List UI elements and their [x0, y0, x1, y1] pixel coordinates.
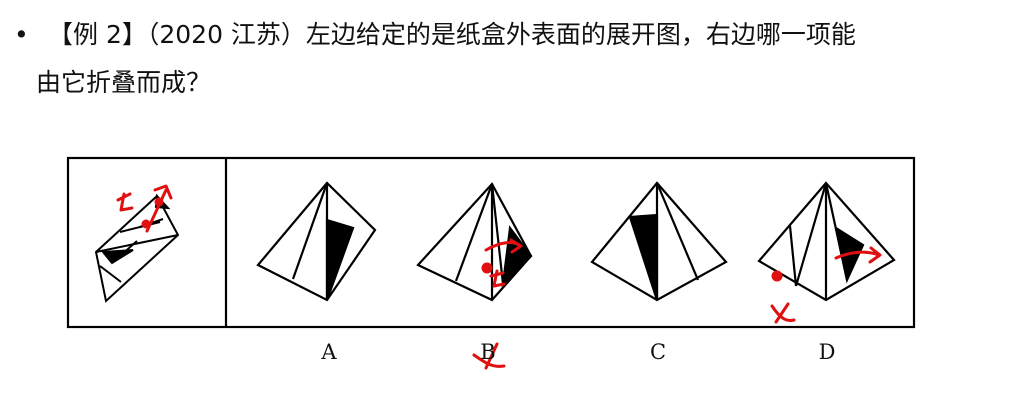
figure: [66, 156, 916, 370]
net-note-mark: [116, 192, 134, 212]
option-d-label: D: [818, 340, 836, 364]
option-c-cube: [590, 181, 728, 302]
option-c-label: C: [649, 340, 667, 364]
option-a-label: A: [321, 340, 337, 364]
box-net: [94, 193, 180, 303]
option-a-cube: [256, 181, 377, 302]
option-b-label: B: [480, 340, 496, 364]
option-d-cross-mark: [770, 302, 796, 324]
option-d-cube: [757, 181, 896, 302]
